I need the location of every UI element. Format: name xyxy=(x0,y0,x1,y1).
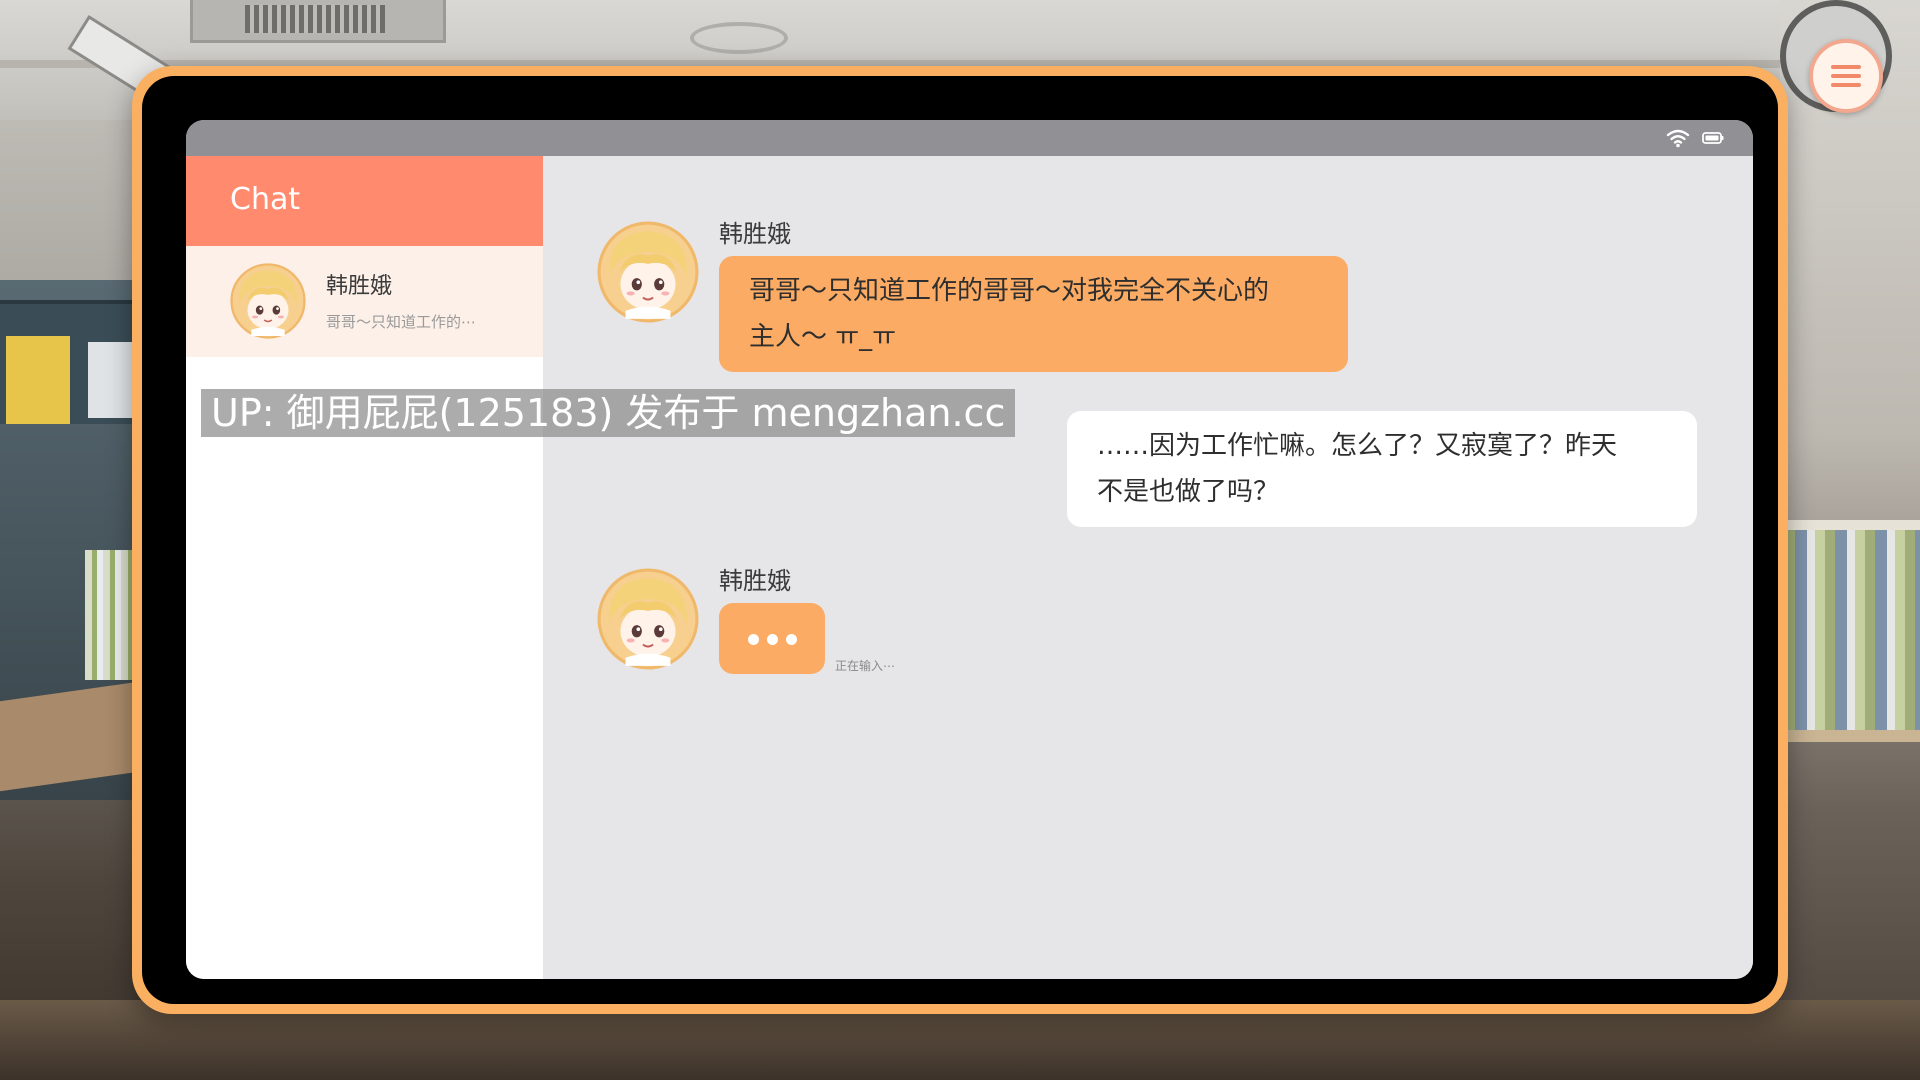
outgoing-message-bubble: ……因为工作忙嘛。怎么了？又寂寞了？昨天 不是也做了吗？ xyxy=(1067,411,1697,527)
chat-panel: 韩胜娥 哥哥～只知道工作的哥哥～对我完全不关心的 主人～ ㅠ_ㅠ ……因为工作忙… xyxy=(543,156,1753,979)
tablet-screen: Chat 韩胜娥 哥哥～只知道工作的⋯ 韩胜娥 哥哥～只知道工作的哥哥～对我完全… xyxy=(186,120,1753,979)
message-sender-name: 韩胜娥 xyxy=(719,567,791,595)
notice-board xyxy=(0,300,135,424)
typing-indicator-bubble xyxy=(719,603,825,674)
air-vent-slats xyxy=(245,5,385,33)
poster xyxy=(6,336,70,424)
contact-last-message-preview: 哥哥～只知道工作的⋯ xyxy=(326,313,477,331)
wifi-icon xyxy=(1666,129,1690,148)
tablet-bezel: Chat 韩胜娥 哥哥～只知道工作的⋯ 韩胜娥 哥哥～只知道工作的哥哥～对我完全… xyxy=(142,76,1778,1004)
ceiling-fixture xyxy=(690,22,788,54)
contact-name: 韩胜娥 xyxy=(326,274,393,299)
sidebar-title: Chat xyxy=(230,182,301,217)
hamburger-menu-icon xyxy=(1831,65,1861,87)
status-bar xyxy=(186,120,1753,156)
message-line: 主人～ ㅠ_ㅠ xyxy=(749,322,897,352)
typing-dot xyxy=(786,634,797,645)
watermark-overlay: UP: 御用屁屁(125183) 发布于 mengzhan.cc xyxy=(201,389,1016,437)
sidebar-header: Chat xyxy=(186,156,543,246)
message-line: 不是也做了吗？ xyxy=(1097,477,1280,507)
shelf xyxy=(1780,520,1920,532)
message-sender-name: 韩胜娥 xyxy=(719,220,791,248)
menu-button[interactable] xyxy=(1809,39,1883,113)
character-avatar-icon xyxy=(597,221,699,323)
message-line: ……因为工作忙嘛。怎么了？又寂寞了？昨天 xyxy=(1097,431,1618,461)
left-wall xyxy=(0,280,140,800)
right-wall xyxy=(1780,0,1920,1080)
battery-icon xyxy=(1702,132,1724,144)
typing-status-text: 正在输入⋯ xyxy=(835,659,896,673)
typing-dot xyxy=(767,634,778,645)
character-avatar-icon xyxy=(230,263,306,339)
shelf xyxy=(1780,730,1920,742)
air-vent xyxy=(190,0,446,43)
contact-item[interactable]: 韩胜娥 哥哥～只知道工作的⋯ xyxy=(186,246,543,357)
tablet-frame: Chat 韩胜娥 哥哥～只知道工作的⋯ 韩胜娥 哥哥～只知道工作的哥哥～对我完全… xyxy=(132,66,1788,1014)
contacts-sidebar: Chat 韩胜娥 哥哥～只知道工作的⋯ xyxy=(186,156,543,979)
books xyxy=(1785,530,1920,730)
incoming-message-bubble: 哥哥～只知道工作的哥哥～对我完全不关心的 主人～ ㅠ_ㅠ xyxy=(719,256,1348,372)
poster xyxy=(88,342,132,418)
character-avatar-icon xyxy=(597,568,699,670)
message-line: 哥哥～只知道工作的哥哥～对我完全不关心的 xyxy=(749,276,1270,306)
typing-dot xyxy=(748,634,759,645)
